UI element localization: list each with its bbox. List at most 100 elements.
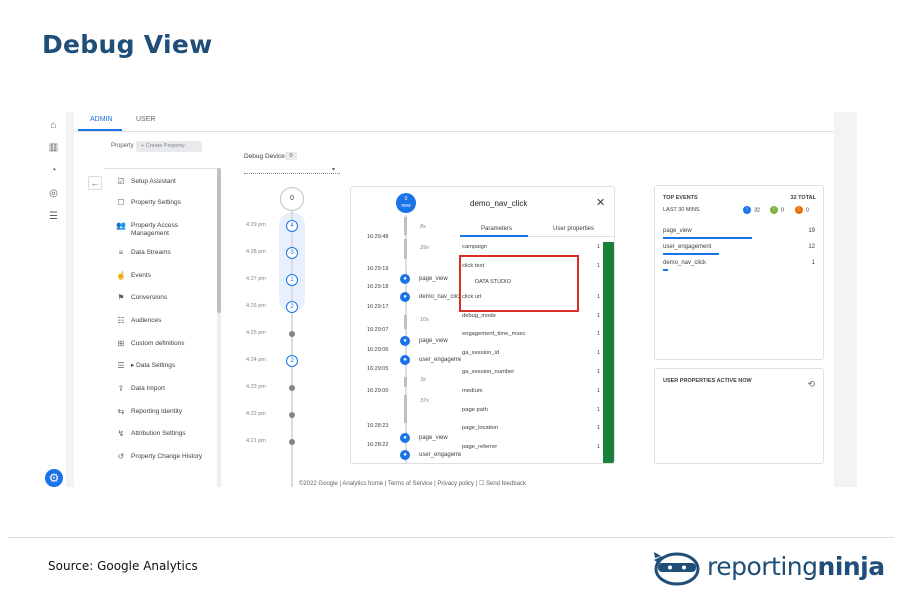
stream-event[interactable]: page_view [419,435,461,441]
new-events-label: new [401,203,411,209]
nav-item-label: Property Change History [131,453,203,460]
nav-item[interactable]: ⇪ Data Import [116,385,216,399]
nav-item[interactable]: ⚑ Conversions [116,294,216,308]
close-icon[interactable]: ✕ [596,196,605,209]
event-person-icon[interactable]: ● [400,274,410,284]
home-icon[interactable]: ⌂ [48,120,59,131]
parameter-name[interactable]: medium [462,388,483,394]
parameter-count: 1 [597,331,601,337]
stream-timestamp: 16:29:06 [367,347,389,353]
top-event-name[interactable]: demo_nav_click [663,260,706,266]
nav-item-label: Conversions [131,294,168,301]
debug-device-select[interactable] [244,166,340,174]
admin-panel: ADMIN USER Property + Create Property ← … [74,112,834,487]
nav-item[interactable]: ☷ Audiences [116,317,216,331]
timeline-count-node[interactable]: 2 [286,355,298,367]
back-arrow-icon[interactable]: ← [88,176,102,190]
configure-icon[interactable]: ☰ [48,211,59,222]
tab-admin[interactable]: ADMIN [90,116,113,123]
settings-icon: ☐ [117,198,125,207]
stream-timestamp: 16:29:07 [367,327,389,333]
parameter-count: 1 [597,350,601,356]
tab-user-properties[interactable]: User properties [553,226,594,232]
explore-icon[interactable]: ◔ [48,165,59,176]
nav-item[interactable]: ☐ Property Settings [116,199,216,213]
stream-event[interactable]: user_engagement [419,452,461,458]
parameter-name[interactable]: page_location [462,425,498,431]
stream-gap: 29s [420,245,429,251]
parameter-count: 1 [597,444,601,450]
nav-item[interactable]: ☑ Setup Assistant [116,178,216,192]
event-person-icon[interactable]: ● [400,336,410,346]
reports-icon[interactable]: ▥ [48,142,59,153]
admin-gear-icon[interactable]: ⚙ [45,469,63,487]
top-event-count: 1 [811,260,815,266]
reporting-identity-icon: ⇆ [117,407,125,416]
stream-timestamp: 16:29:19 [367,266,389,272]
parameter-name[interactable]: ga_session_id [462,350,499,356]
new-events-badge[interactable]: 0 new [396,193,416,213]
nav-item[interactable]: ⊞ Custom definitions [116,340,216,354]
parameter-name[interactable]: ga_session_number [462,369,514,375]
analytics-screenshot: ⌂ ▥ ◔ ◎ ☰ ⚙ ADMIN USER Property + Create… [42,112,857,487]
parameter-count: 1 [597,313,601,319]
stream-timestamp: 16:29:18 [367,284,389,290]
timeline-count-node[interactable]: 2 [286,301,298,313]
advertising-icon[interactable]: ◎ [48,188,59,199]
history-icon[interactable]: ⟲ [807,379,815,390]
source-caption: Source: Google Analytics [48,559,198,573]
custom-definitions-icon: ⊞ [117,339,125,348]
parameter-name[interactable]: engagement_time_msec [462,331,525,337]
stream-gap-bar [404,377,407,387]
nav-item[interactable]: ↺ Property Change History [116,453,216,467]
highlight-box [459,255,579,312]
top-events-stat: ! 32 [743,206,760,214]
timeline-count-node[interactable]: 1 [286,274,298,286]
event-person-icon[interactable]: ● [400,355,410,365]
attribution-icon: ↯ [117,429,125,438]
property-label: Property [111,143,134,149]
nav-scrollbar[interactable] [217,168,221,313]
event-person-icon[interactable]: ● [400,450,410,460]
tab-parameters[interactable]: Parameters [481,226,512,232]
stream-event[interactable]: demo_nav_click [419,294,461,300]
debug-device-count: 0 [285,152,297,160]
event-person-icon[interactable]: ● [400,292,410,302]
stream-event[interactable]: page_view [419,276,461,282]
stream-gap: 3s [420,377,426,383]
stream-gap: 10s [420,317,429,323]
create-property-button[interactable]: + Create Property [136,141,202,152]
top-event-name[interactable]: page_view [663,228,692,234]
parameter-name[interactable]: debug_mode [462,313,496,319]
nav-item-label: Custom definitions [131,340,185,347]
nav-item[interactable]: ⇆ Reporting Identity [116,408,216,422]
stream-event[interactable]: user_engagement [419,357,461,363]
top-event-name[interactable]: user_engagement [663,244,711,250]
parameter-name[interactable]: page_referrer [462,444,497,450]
parameter-name[interactable]: page path [462,407,488,413]
stream-event[interactable]: page_view [419,338,461,344]
nav-item[interactable]: ☰ ▸ Data Settings [116,362,216,376]
timeline-dot [289,331,295,337]
event-person-icon[interactable]: ● [400,433,410,443]
nav-item[interactable]: ↯ Attribution Settings [116,430,216,444]
parameter-name[interactable]: campaign [462,244,487,250]
timeline-count-node[interactable]: 3 [286,247,298,259]
nav-item-label: Data Streams [131,249,171,256]
stream-gap-bar [404,395,407,423]
tab-user[interactable]: USER [136,116,155,123]
streams-icon: ≡ [118,248,124,257]
parameter-count: 1 [597,369,601,375]
create-property-label: Create Property [145,143,185,149]
nav-item[interactable]: 👥 Property Access Management [116,222,216,238]
stream-timestamp: 16:29:17 [367,304,389,310]
divider [8,537,894,538]
page-title: Debug View [42,30,213,59]
dropdown-caret-icon: ▾ [332,167,336,173]
nav-item[interactable]: ☝ Events [116,272,216,286]
nav-item[interactable]: ≡ Data Streams [116,249,216,263]
info-icon: ! [743,206,751,214]
parameter-count: 1 [597,388,601,394]
timeline-count-node[interactable]: 4 [286,220,298,232]
nav-item-label: Attribution Settings [131,430,186,437]
